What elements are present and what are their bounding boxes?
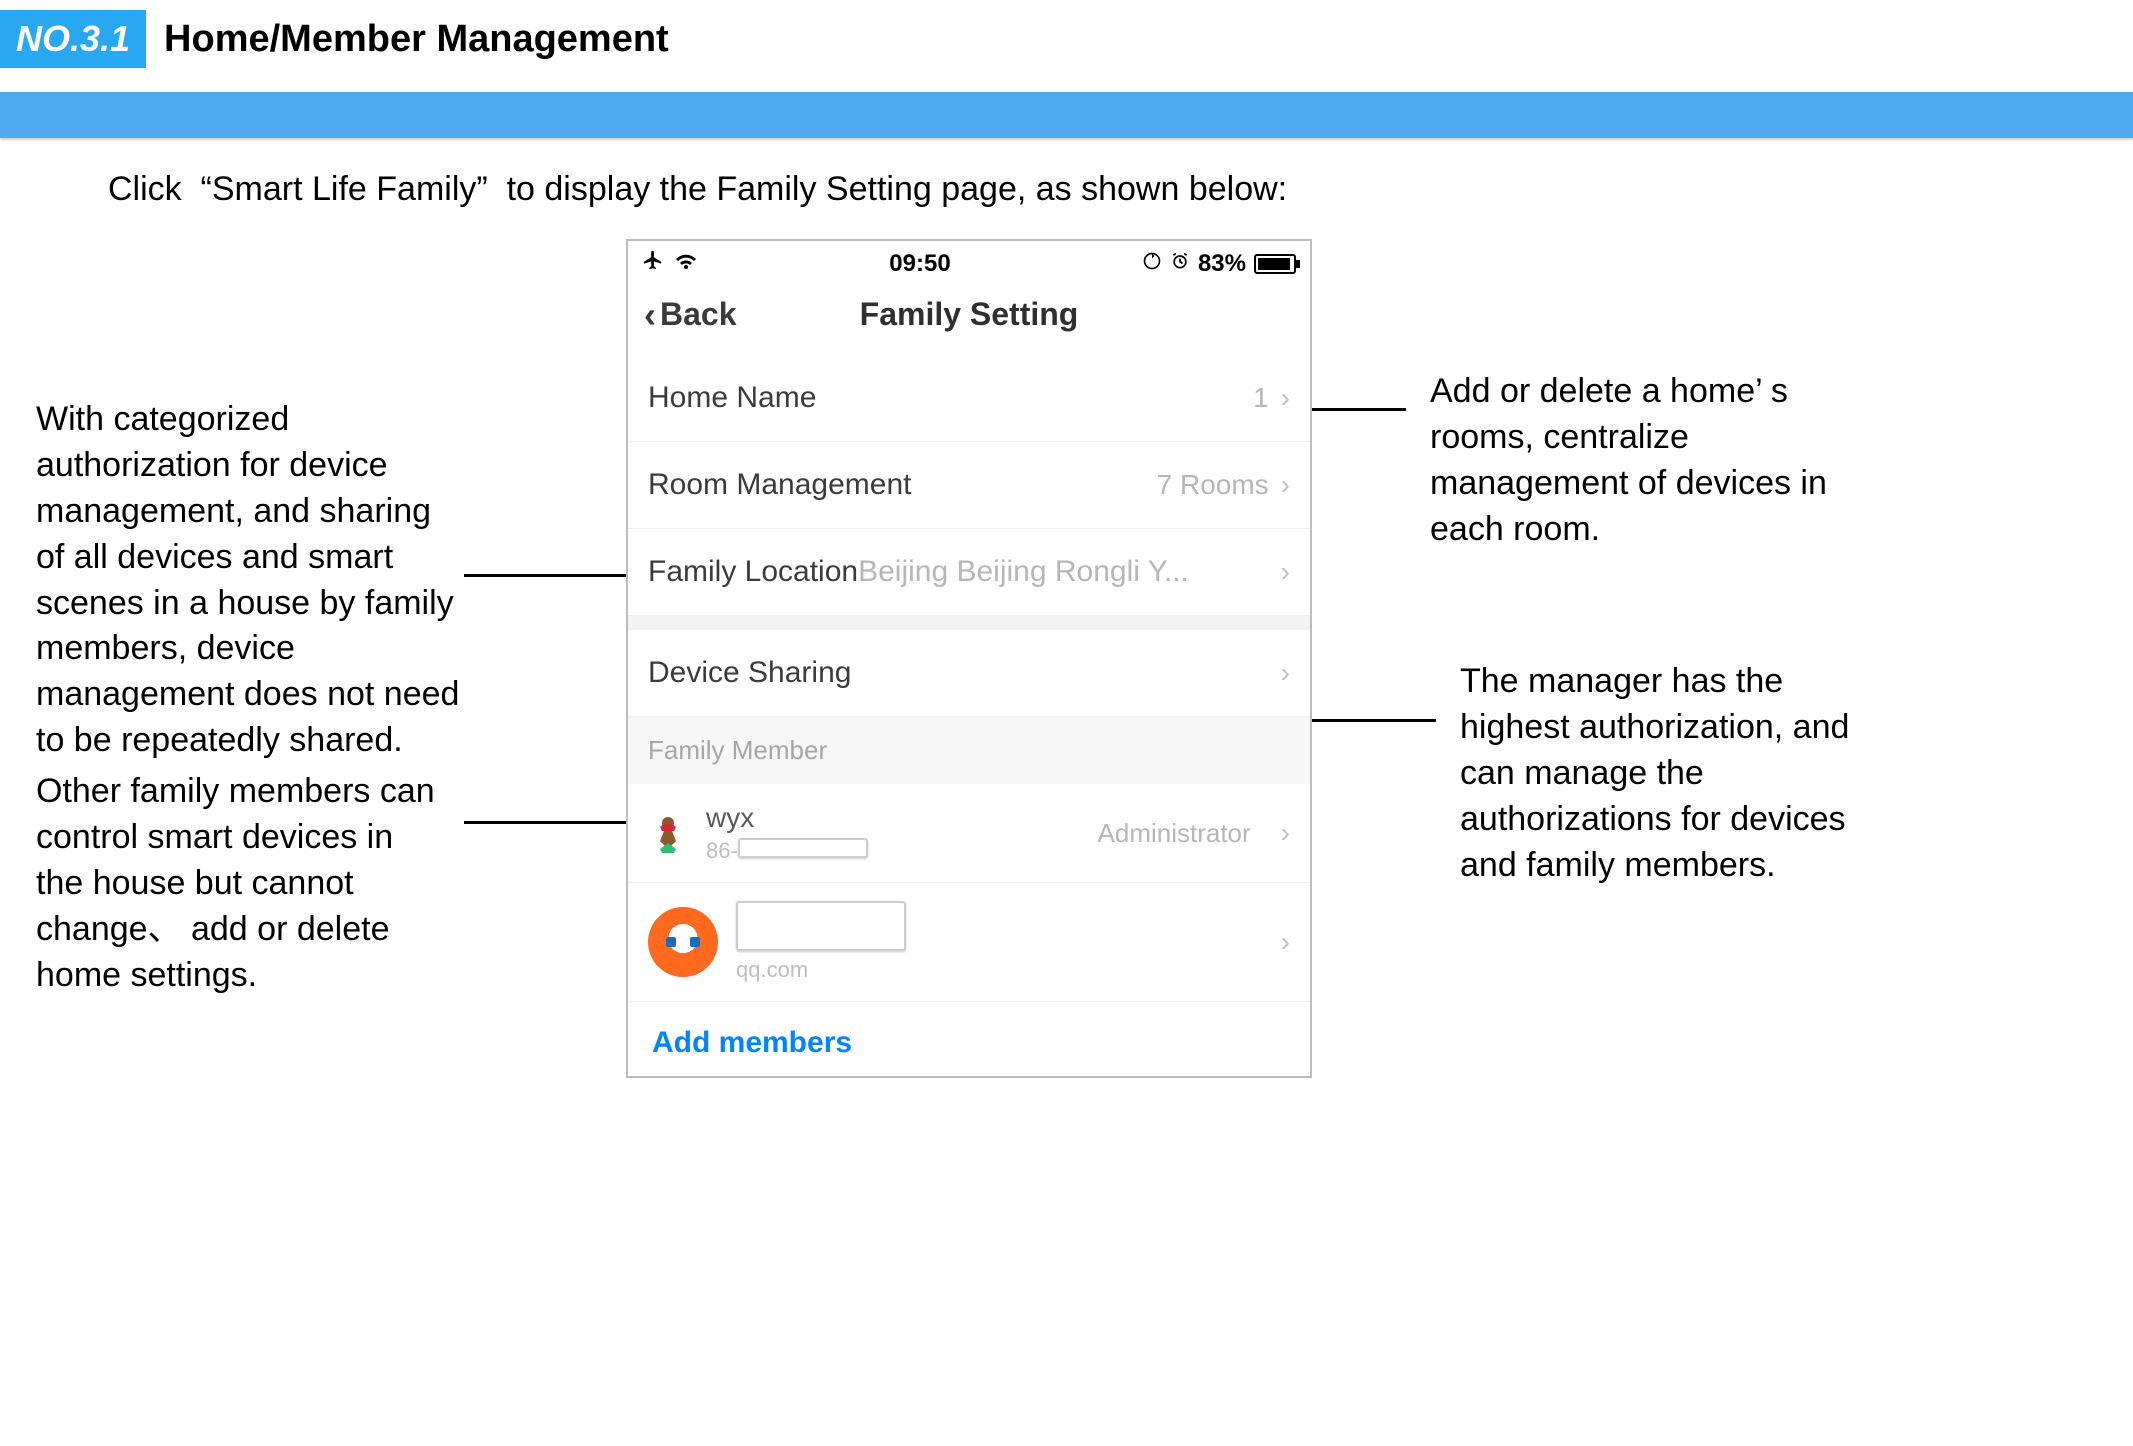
redacted-box: [738, 838, 868, 858]
status-bar: 09:50 83%: [628, 241, 1310, 282]
row-value: 1: [1253, 382, 1269, 414]
member-role: Administrator: [1098, 818, 1251, 849]
chevron-right-icon: ›: [1281, 556, 1290, 588]
chevron-right-icon: ›: [1281, 382, 1290, 414]
chevron-right-icon: ›: [1281, 657, 1290, 689]
row-value: Beijing Beijing Rongli Y...: [858, 555, 1189, 589]
annotation-other-members: Other family members can control smart d…: [36, 769, 446, 998]
row-label: Device Sharing: [648, 656, 851, 690]
airplane-mode-icon: [642, 249, 664, 278]
status-time: 09:50: [889, 250, 950, 278]
annotation-device-sharing: With categorized authorization for devic…: [36, 397, 466, 764]
nav-title: Family Setting: [860, 296, 1079, 333]
chevron-right-icon: ›: [1281, 926, 1290, 958]
divider-bar: [0, 92, 2133, 138]
add-members-button[interactable]: Add members: [628, 1002, 1310, 1076]
orientation-lock-icon: [1142, 250, 1162, 278]
redacted-box: [736, 901, 906, 951]
connector-line: [464, 821, 626, 824]
row-home-name[interactable]: Home Name 1 ›: [628, 355, 1310, 442]
connector-line: [1312, 408, 1406, 411]
member-row-admin[interactable]: wyx 86- Administrator ›: [628, 784, 1310, 883]
row-value: 7 Rooms: [1157, 469, 1269, 501]
chevron-right-icon: ›: [1281, 469, 1290, 501]
phone-screenshot: 09:50 83% ‹ Back Family Setting Home: [626, 239, 1312, 1078]
page-header: NO.3.1 Home/Member Management: [0, 0, 2133, 92]
row-label: Room Management: [648, 468, 911, 502]
connector-line: [464, 574, 626, 577]
family-member-header: Family Member: [628, 717, 1310, 784]
row-label: Family Location: [648, 555, 858, 589]
member-email: qq.com: [736, 957, 1251, 983]
chevron-right-icon: ›: [1281, 817, 1290, 849]
row-room-management[interactable]: Room Management 7 Rooms ›: [628, 442, 1310, 529]
member-name: wyx: [706, 802, 1080, 834]
alarm-icon: [1170, 250, 1190, 278]
row-family-location[interactable]: Family LocationBeijing Beijing Rongli Y.…: [628, 529, 1310, 616]
battery-icon: [1254, 254, 1296, 274]
back-button[interactable]: ‹ Back: [644, 296, 737, 333]
avatar: [648, 907, 718, 977]
member-row[interactable]: qq.com ›: [628, 883, 1310, 1002]
section-gap: [628, 616, 1310, 630]
section-number-badge: NO.3.1: [0, 10, 146, 68]
back-label: Back: [660, 296, 737, 333]
avatar: [648, 813, 688, 853]
member-phone: 86-: [706, 838, 1080, 864]
row-device-sharing[interactable]: Device Sharing ›: [628, 630, 1310, 717]
wifi-icon: [674, 250, 698, 278]
battery-percentage: 83%: [1198, 250, 1246, 278]
nav-bar: ‹ Back Family Setting: [628, 282, 1310, 355]
annotation-room-management: Add or delete a home’ s rooms, centraliz…: [1430, 369, 1890, 553]
add-members-label: Add members: [652, 1026, 852, 1059]
connector-line: [1312, 719, 1436, 722]
annotation-manager-auth: The manager has the highest authorizatio…: [1460, 659, 1880, 888]
chevron-left-icon: ‹: [644, 297, 656, 333]
row-label: Home Name: [648, 381, 816, 415]
intro-text: Click “Smart Life Family” to display the…: [0, 138, 2133, 239]
section-title: Home/Member Management: [164, 18, 669, 61]
